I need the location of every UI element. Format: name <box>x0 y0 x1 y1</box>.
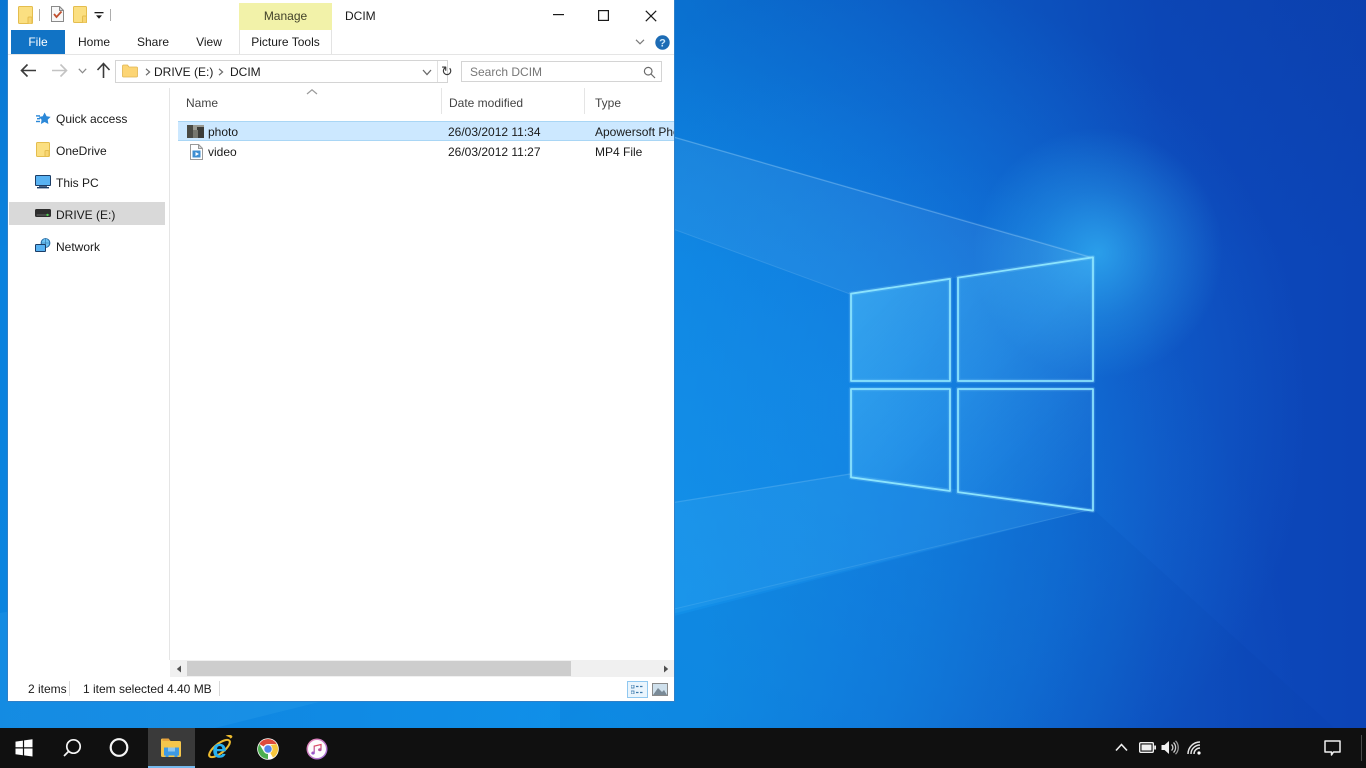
svg-text:e: e <box>212 735 226 762</box>
svg-text:?: ? <box>659 37 666 49</box>
